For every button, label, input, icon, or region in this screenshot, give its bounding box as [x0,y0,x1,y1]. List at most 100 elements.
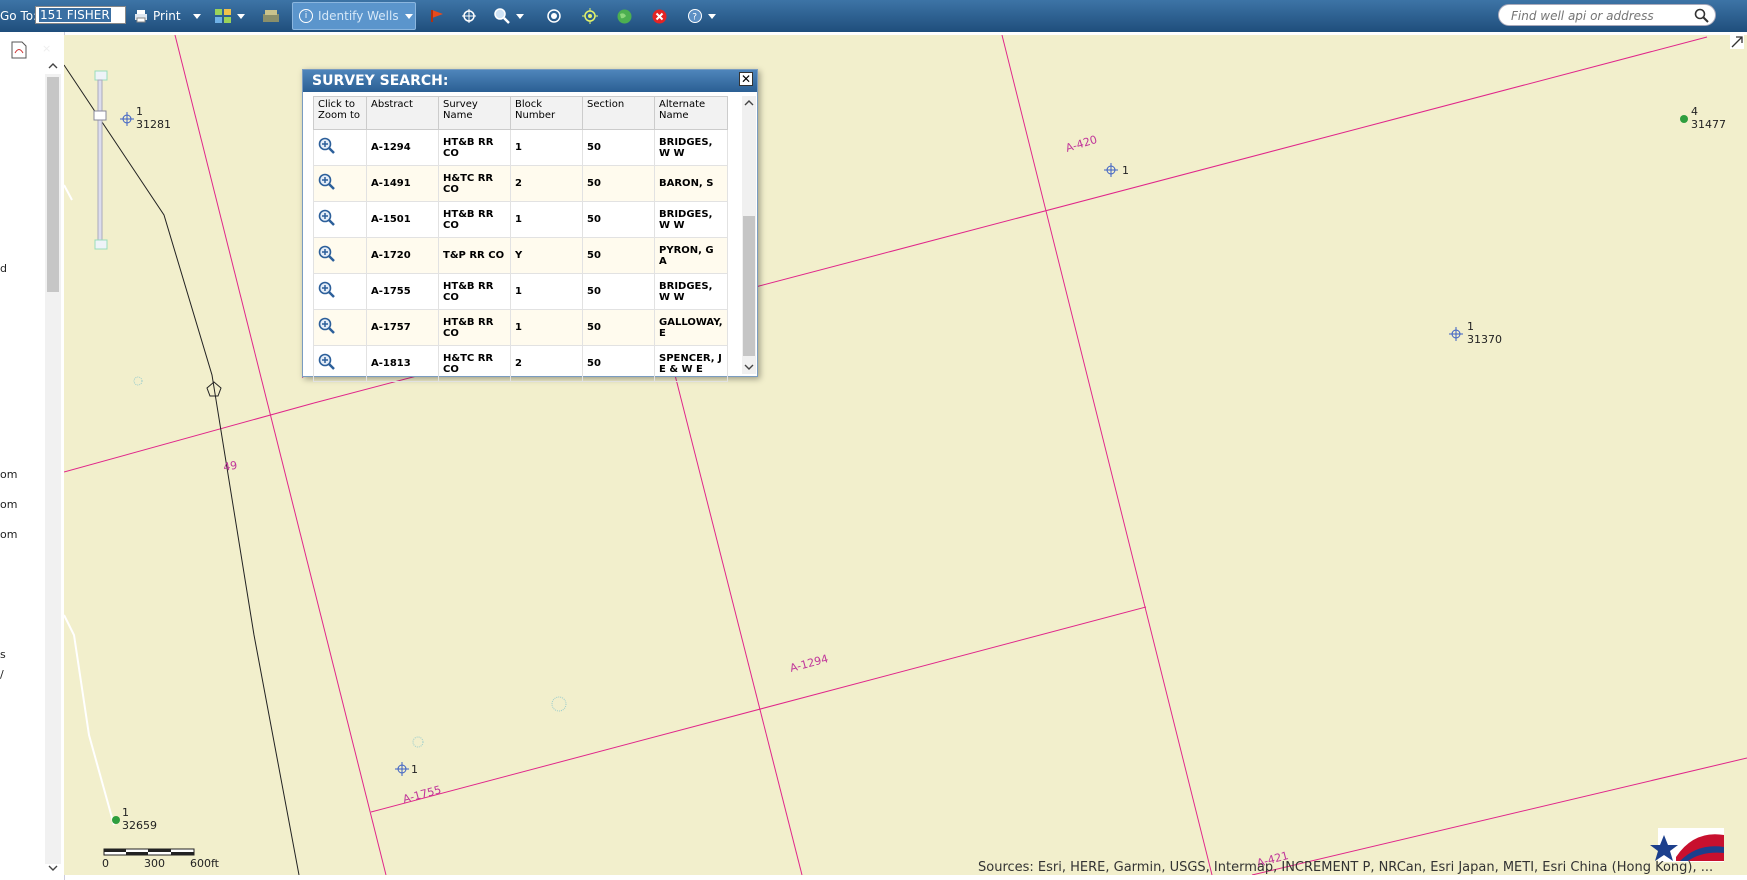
panel-text-fragment: om [0,468,18,481]
alternate-name-cell: BARON, S [654,165,728,202]
help-button[interactable]: ? [688,0,716,32]
column-header: Survey Name [438,96,511,130]
zoom-out-icon[interactable] [94,239,108,250]
scroll-up-icon[interactable] [48,62,58,70]
survey-name-cell: HT&B RR CO [438,201,511,238]
well-number: 1 [1467,320,1474,333]
well-number: 4 [1691,105,1698,118]
column-header: Click to Zoom to [313,96,367,130]
left-panel-scroll-thumb[interactable] [47,77,59,292]
table-header-row: Click to Zoom to Abstract Survey Name Bl… [313,96,728,130]
zoom-to-button[interactable] [313,237,367,274]
zoom-to-button[interactable] [313,201,367,238]
abstract-cell: A-1491 [366,165,439,202]
map-attribution: Sources: Esri, HERE, Garmin, USGS, Inter… [978,860,1714,875]
chevron-down-icon [192,13,201,19]
crosshair-icon [462,9,476,23]
zoom-to-button[interactable] [313,129,367,166]
well-id: 31370 [1467,333,1502,346]
left-panel: × d om om om s / [0,32,65,880]
abstract-cell: A-1294 [366,129,439,166]
well-marker[interactable]: 1 [1104,163,1129,177]
search-icon[interactable] [1694,8,1709,23]
identify-wells-button[interactable]: i Identify Wells [292,2,416,30]
table-row: A-1757 HT&B RR CO 1 50 GALLOWAY, E [313,309,728,346]
pdf-icon[interactable] [11,41,27,59]
scale-label: 300 [144,857,165,870]
goto-input[interactable]: 151 FISHER [35,6,126,24]
well-number: 1 [122,806,129,819]
chevron-down-icon [516,13,524,19]
flag-icon [431,10,443,22]
zoom-to-button[interactable] [313,309,367,346]
alternate-name-cell: BRIDGES, W W [654,201,728,238]
dialog-scroll-thumb[interactable] [743,216,755,356]
zoom-track[interactable] [97,79,103,241]
well-id: 31281 [136,118,171,131]
svg-text:?: ? [692,13,697,23]
block-number-cell: 1 [510,201,583,238]
zoom-to-button[interactable] [313,273,367,310]
dialog-title: SURVEY SEARCH: [303,70,757,92]
zoom-in-icon[interactable] [94,70,108,81]
printer-icon [135,10,147,23]
survey-name-cell: T&P RR CO [438,237,511,274]
well-marker[interactable]: 1 [395,762,418,776]
section-cell: 50 [582,129,655,166]
pan-tool-button[interactable] [462,0,476,32]
well-search-box [1498,4,1716,26]
dialog-scrollbar[interactable] [742,96,756,374]
well-marker[interactable]: 1 31370 [1449,320,1502,346]
well-marker[interactable]: 1 31281 [120,105,171,131]
section-cell: 50 [582,237,655,274]
block-number-cell: 2 [510,345,583,382]
basemap-gallery-button[interactable] [215,0,245,32]
survey-line [370,606,1147,813]
table-row: A-1755 HT&B RR CO 1 50 BRIDGES, W W [313,273,728,310]
column-header: Block Number [510,96,583,130]
zoom-to-button[interactable] [313,345,367,382]
zoom-to-button[interactable] [313,165,367,202]
help-icon: ? [688,9,702,23]
full-extent-button[interactable] [546,0,562,32]
panel-close-icon[interactable]: × [42,42,51,55]
well-search-input[interactable] [1509,8,1693,24]
expand-icon[interactable] [1730,35,1744,49]
producing-well-icon [1680,115,1688,123]
scroll-down-icon[interactable] [48,864,58,872]
globe-button[interactable] [617,0,632,32]
zoom-tool-button[interactable] [494,0,524,32]
clear-icon [652,9,667,23]
survey-line [1001,35,1213,875]
well-id: 31477 [1691,118,1726,131]
well-id: 32659 [122,819,157,832]
abstract-cell: A-1813 [366,345,439,382]
zoom-thumb[interactable] [93,110,107,121]
section-cell: 50 [582,201,655,238]
road-line [64,614,115,826]
close-icon[interactable]: ✕ [739,72,753,86]
scroll-down-icon[interactable] [744,363,754,371]
panel-text-fragment: om [0,498,18,511]
flag-tool-button[interactable] [430,0,444,32]
survey-name-cell: HT&B RR CO [438,273,511,310]
zoom-to-icon [318,317,335,334]
locate-button[interactable] [582,0,598,32]
scroll-up-icon[interactable] [744,99,754,107]
layers-button[interactable] [262,0,280,32]
well-number: 1 [1122,164,1129,177]
scale-label: 0 [102,857,109,870]
panel-text-fragment: om [0,528,18,541]
table-row: A-1501 HT&B RR CO 1 50 BRIDGES, W W [313,201,728,238]
block-number-cell: 2 [510,165,583,202]
well-marker[interactable]: 4 31477 [1680,105,1726,131]
clear-button[interactable] [652,0,667,32]
goto-value: 151 FISHER [39,8,111,22]
print-label: Print [153,9,181,23]
zoom-slider[interactable] [93,70,108,250]
toolbar: Go To: 151 FISHER Print i Identify Wells… [0,0,1747,32]
print-button[interactable]: Print [134,0,201,32]
section-cell: 50 [582,309,655,346]
block-number-cell: 1 [510,129,583,166]
well-marker[interactable]: 1 32659 [112,806,157,832]
